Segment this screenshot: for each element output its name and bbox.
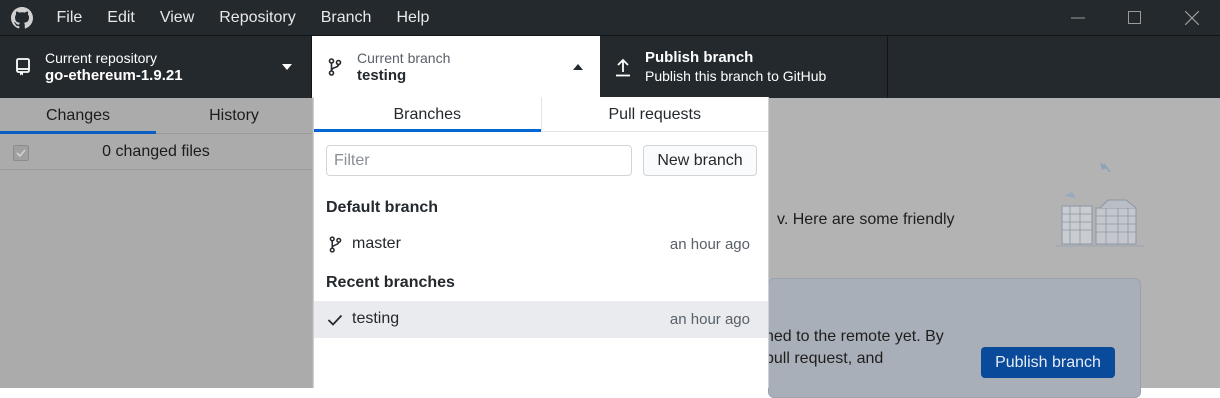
branch-item-testing[interactable]: testing an hour ago <box>314 301 768 338</box>
branch-time: an hour ago <box>669 236 750 253</box>
branch-item-master[interactable]: master an hour ago <box>314 226 768 263</box>
window-controls <box>1049 0 1220 35</box>
tab-history[interactable]: History <box>156 98 312 133</box>
menu-help[interactable]: Help <box>384 0 442 35</box>
upload-icon <box>614 56 632 78</box>
current-branch-label: Current branch <box>357 50 451 66</box>
branch-name: testing <box>352 310 400 327</box>
toolbar: Current repository go-ethereum-1.9.21 Cu… <box>0 35 1220 98</box>
publish-branch-description: Publish this branch to GitHub <box>645 68 827 84</box>
git-branch-icon <box>326 56 344 78</box>
menu-branch[interactable]: Branch <box>308 0 384 35</box>
current-repository-label: Current repository <box>45 50 158 66</box>
branch-filter-input[interactable] <box>326 145 632 176</box>
title-bar: File Edit View Repository Branch Help <box>0 0 1220 35</box>
changes-sidebar: Changes History 0 changed files <box>0 98 312 388</box>
tab-branches[interactable]: Branches <box>314 97 541 132</box>
current-branch-button[interactable]: Current branch testing <box>312 36 600 98</box>
menu-repository[interactable]: Repository <box>207 0 308 35</box>
branch-dropdown: Branches Pull requests New branch Defaul… <box>313 97 769 388</box>
illustration-icon <box>1052 158 1147 253</box>
default-branch-header: Default branch <box>326 199 439 216</box>
repository-icon <box>14 56 32 78</box>
publish-branch-toolbar-button[interactable]: Publish branch Publish this branch to Gi… <box>600 36 888 98</box>
check-icon <box>327 311 343 328</box>
new-branch-button[interactable]: New branch <box>643 145 757 176</box>
publish-branch-title: Publish branch <box>645 49 754 66</box>
branch-name: master <box>352 235 401 252</box>
publish-branch-button[interactable]: Publish branch <box>981 347 1115 378</box>
suggestion-text-line-1: hed to the remote yet. By <box>765 328 944 345</box>
github-logo-icon <box>0 0 44 35</box>
git-branch-icon <box>327 236 343 253</box>
menu-file[interactable]: File <box>44 0 95 35</box>
maximize-icon[interactable] <box>1106 0 1163 35</box>
caret-up-icon <box>573 64 583 70</box>
close-icon[interactable] <box>1163 0 1220 35</box>
current-repository-name: go-ethereum-1.9.21 <box>45 67 183 84</box>
suggestion-text-line-2: pull request, and <box>765 350 884 367</box>
current-branch-name: testing <box>357 67 407 84</box>
caret-down-icon <box>282 64 292 70</box>
recent-branches-header: Recent branches <box>326 274 455 291</box>
minimize-icon[interactable] <box>1049 0 1106 35</box>
branch-time: an hour ago <box>669 311 750 328</box>
menu-view[interactable]: View <box>147 0 206 35</box>
menu-edit[interactable]: Edit <box>95 0 148 35</box>
current-repository-button[interactable]: Current repository go-ethereum-1.9.21 <box>0 36 312 98</box>
changed-files-count: 0 changed files <box>102 143 210 160</box>
tab-changes[interactable]: Changes <box>0 98 156 134</box>
sidebar-tabs: Changes History <box>0 98 312 134</box>
suggestions-intro-text: v. Here are some friendly <box>777 211 955 228</box>
menu-bar: File Edit View Repository Branch Help <box>44 0 442 35</box>
changed-files-header: 0 changed files <box>0 134 312 170</box>
dropdown-tabs: Branches Pull requests <box>314 97 768 132</box>
tab-pull-requests[interactable]: Pull requests <box>540 97 769 131</box>
